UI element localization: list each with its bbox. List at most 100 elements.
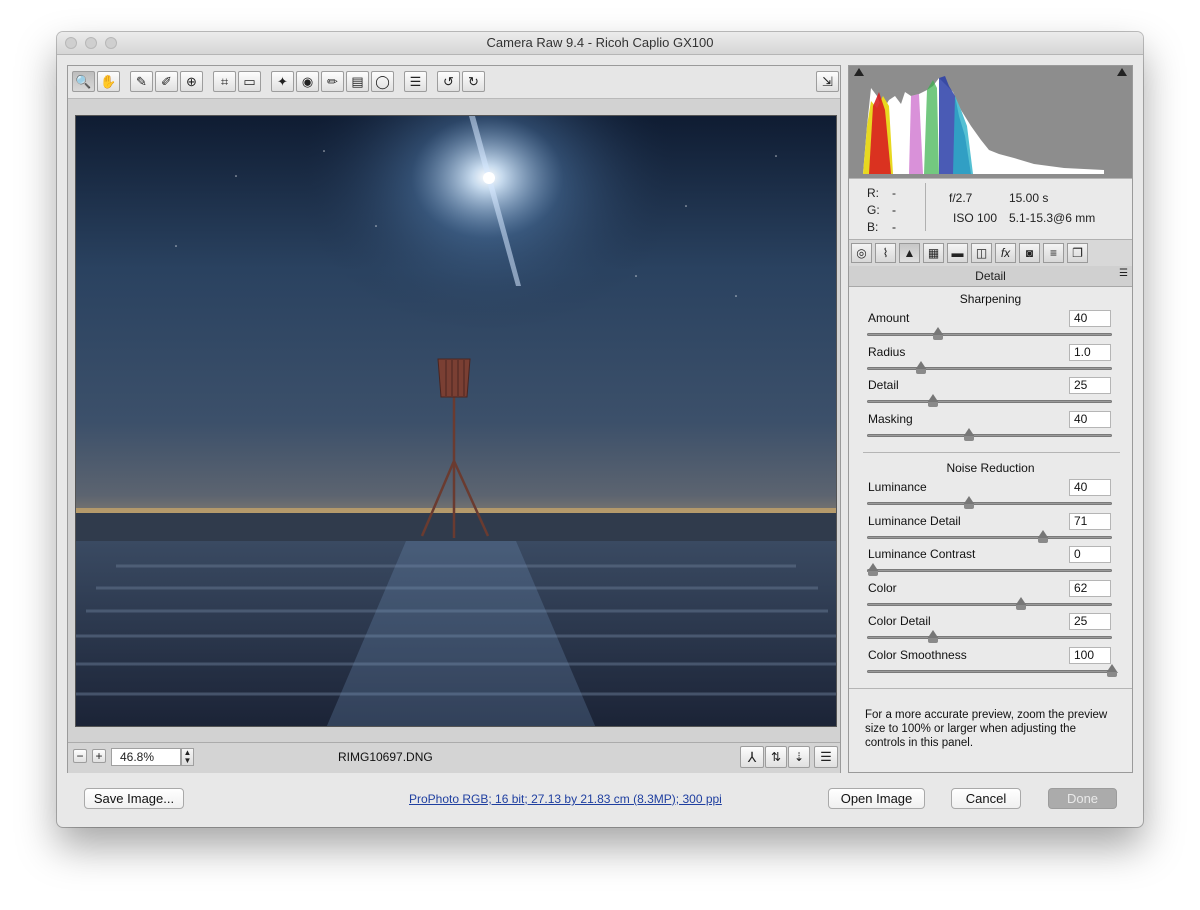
workflow-options-link[interactable]: ProPhoto RGB; 16 bit; 27.13 by 21.83 cm … xyxy=(409,792,722,806)
tab-presets-icon[interactable]: ≡ xyxy=(1043,243,1064,263)
tab-split-toning-icon[interactable]: ▬ xyxy=(947,243,968,263)
slider-value-field[interactable]: 71 xyxy=(1069,512,1111,530)
slider-value-field[interactable]: 1.0 xyxy=(1069,343,1111,361)
panel-tabs: ◎ ⌇ ▲ ▦ ▬ ◫ fx ◙ ≡ ❐ xyxy=(849,239,1132,267)
slider-track[interactable] xyxy=(867,636,1112,639)
graduated-filter-tool-icon[interactable]: ▤ xyxy=(346,71,369,92)
tab-basic-icon[interactable]: ◎ xyxy=(851,243,872,263)
toggle-settings-icon[interactable]: ☰ xyxy=(814,746,838,768)
panel-title: Detail xyxy=(975,269,1006,283)
slider-luminance: Luminance 40 xyxy=(859,479,1115,513)
zoom-window-button[interactable] xyxy=(105,37,117,49)
slider-thumb[interactable] xyxy=(867,563,879,576)
done-button[interactable]: Done xyxy=(1048,788,1117,809)
panel-menu-icon[interactable]: ☰ xyxy=(1119,268,1128,279)
slider-thumb[interactable] xyxy=(926,394,939,407)
exif-aperture: f/2.7 xyxy=(949,191,973,205)
preferences-tool-icon[interactable]: ☰ xyxy=(404,71,427,92)
slider-value-field[interactable]: 40 xyxy=(1069,410,1111,428)
histogram xyxy=(849,66,1132,178)
tab-hsl-icon[interactable]: ▦ xyxy=(923,243,944,263)
slider-label: Detail xyxy=(868,378,899,392)
slider-luminance-detail: Luminance Detail 71 xyxy=(859,512,1115,547)
slider-thumb[interactable] xyxy=(926,630,939,643)
fullscreen-toggle-icon[interactable]: ⇲ xyxy=(816,71,839,92)
window-title: Camera Raw 9.4 - Ricoh Caplio GX100 xyxy=(486,35,714,50)
slider-track[interactable] xyxy=(867,400,1112,403)
slider-thumb[interactable] xyxy=(1015,596,1028,610)
rgb-readout: R:--- G:--- B:--- xyxy=(867,186,896,268)
slider-label: Color Detail xyxy=(868,614,931,628)
spot-removal-tool-icon[interactable]: ✦ xyxy=(271,71,294,92)
white-balance-tool-icon[interactable]: ✎ xyxy=(130,71,153,92)
slider-track[interactable] xyxy=(867,366,1112,370)
close-window-button[interactable] xyxy=(65,37,77,49)
slider-track[interactable] xyxy=(867,333,1112,336)
image-preview[interactable] xyxy=(75,115,837,727)
slider-track[interactable] xyxy=(867,569,1112,572)
straighten-tool-icon[interactable]: ▭ xyxy=(238,71,261,92)
slider-thumb[interactable] xyxy=(931,327,944,340)
slider-label: Masking xyxy=(868,411,913,426)
copy-settings-icon[interactable]: ⇣ xyxy=(788,746,810,768)
preview-photo xyxy=(76,116,836,726)
slider-value-field[interactable]: 25 xyxy=(1069,377,1111,394)
slider-label: Radius xyxy=(868,344,906,359)
slider-thumb[interactable] xyxy=(962,427,975,441)
slider-value-field[interactable]: 25 xyxy=(1069,613,1111,630)
histogram-graph xyxy=(849,66,1132,178)
slider-value-field[interactable]: 40 xyxy=(1069,310,1111,327)
slider-value-field[interactable]: 0 xyxy=(1069,546,1111,563)
slider-track[interactable] xyxy=(867,535,1112,539)
swap-before-after-icon[interactable]: ⇅ xyxy=(765,746,787,768)
before-after-toggle-icon[interactable]: ⅄ xyxy=(740,746,764,768)
slider-value-field[interactable]: 62 xyxy=(1069,579,1111,597)
tab-camera-calibration-icon[interactable]: ◙ xyxy=(1019,243,1040,263)
slider-thumb[interactable] xyxy=(914,360,927,374)
adjustment-brush-tool-icon[interactable]: ✏ xyxy=(321,71,344,92)
slider-value-field[interactable]: 100 xyxy=(1069,646,1111,664)
slider-track[interactable] xyxy=(867,433,1112,437)
slider-color-detail: Color Detail 25 xyxy=(859,613,1115,647)
slider-thumb[interactable] xyxy=(1106,663,1118,677)
slider-track[interactable] xyxy=(867,602,1112,606)
tab-lens-corrections-icon[interactable]: ◫ xyxy=(971,243,992,263)
zoom-in-button[interactable]: + xyxy=(92,749,106,763)
tab-snapshots-icon[interactable]: ❐ xyxy=(1067,243,1088,263)
slider-luminance-contrast: Luminance Contrast 0 xyxy=(859,546,1115,580)
crop-tool-icon[interactable]: ⌗ xyxy=(213,71,236,92)
hand-tool-icon[interactable]: ✋ xyxy=(97,71,120,92)
red-eye-tool-icon[interactable]: ◉ xyxy=(296,71,319,92)
filename-label: RIMG10697.DNG xyxy=(338,750,433,764)
slider-detail: Detail 25 xyxy=(859,377,1115,411)
title-bar[interactable]: Camera Raw 9.4 - Ricoh Caplio GX100 xyxy=(57,32,1143,55)
zoom-tool-icon[interactable]: 🔍 xyxy=(72,71,95,92)
zoom-stepper-icon[interactable]: ▲ ▼ xyxy=(181,748,194,766)
slider-masking: Masking 40 xyxy=(859,410,1115,445)
open-image-button[interactable]: Open Image xyxy=(828,788,925,809)
slider-label: Luminance xyxy=(868,480,927,494)
rotate-left-tool-icon[interactable]: ↺ xyxy=(437,71,460,92)
color-sampler-tool-icon[interactable]: ✐ xyxy=(155,71,178,92)
tab-tone-curve-icon[interactable]: ⌇ xyxy=(875,243,896,263)
rotate-right-tool-icon[interactable]: ↻ xyxy=(462,71,485,92)
zoom-out-button[interactable]: − xyxy=(73,749,87,763)
cancel-button[interactable]: Cancel xyxy=(951,788,1021,809)
radial-filter-tool-icon[interactable]: ◯ xyxy=(371,71,394,92)
slider-thumb[interactable] xyxy=(962,496,975,509)
sharpening-heading: Sharpening xyxy=(959,292,1022,306)
zoom-level-select[interactable]: 46.8% ▲ ▼ xyxy=(111,748,194,766)
tab-detail-icon[interactable]: ▲ xyxy=(899,243,920,263)
save-image-button[interactable]: Save Image... xyxy=(84,788,184,809)
slider-thumb[interactable] xyxy=(1036,529,1049,543)
noise-reduction-heading: Noise Reduction xyxy=(946,461,1035,475)
minimize-window-button[interactable] xyxy=(85,37,97,49)
slider-track[interactable] xyxy=(867,502,1112,505)
targeted-adjustment-tool-icon[interactable]: ⊕ xyxy=(180,71,203,92)
tab-effects-icon[interactable]: fx xyxy=(995,243,1016,263)
panel-note: For a more accurate preview, zoom the pr… xyxy=(865,709,1108,749)
zoom-level-value: 46.8% xyxy=(120,750,155,764)
slider-value-field[interactable]: 40 xyxy=(1069,479,1111,496)
slider-track[interactable] xyxy=(867,669,1112,673)
tool-bar: ⇲ 🔍 ✋ ✎ ✐ ⊕ ⌗ ▭ ✦ ◉ ✏ ▤ ◯ ☰ ↺ ↻ xyxy=(68,66,840,99)
